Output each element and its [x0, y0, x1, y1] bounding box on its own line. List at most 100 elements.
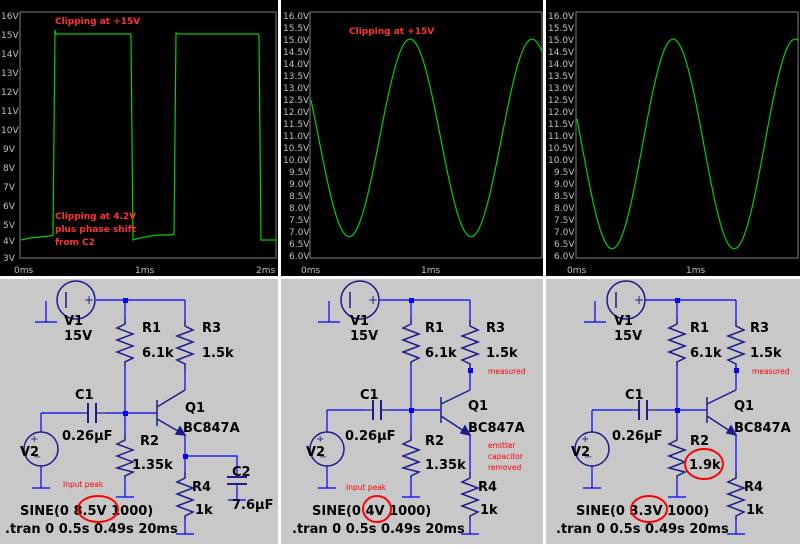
plot-1-note-c2: from C2	[55, 238, 95, 248]
r4-name: R4	[192, 480, 211, 495]
plot-2-xtick: 0ms	[301, 266, 320, 276]
r1-value: 6.1k	[142, 346, 174, 361]
plot-1-xtick: 0ms	[14, 266, 33, 276]
plus-sign: +	[84, 293, 94, 307]
emitter-note-line: removed	[488, 463, 521, 472]
plot-1-ytick: 10V	[1, 126, 19, 136]
plot-2-ytick: 9.0V	[289, 180, 310, 190]
plot-1-ytick: 13V	[1, 69, 19, 79]
plot-3-background	[546, 0, 800, 276]
plot-1-ytick: 9V	[3, 145, 16, 155]
q1-name: Q1	[185, 401, 205, 416]
plot-3-ytick: 9.0V	[554, 180, 575, 190]
c2-name: C2	[232, 465, 251, 480]
v1-value: 15V	[350, 329, 378, 344]
r2-value: 1.9k	[689, 458, 721, 473]
plot-1-ytick: 12V	[1, 88, 19, 98]
plot-3-ytick: 12.0V	[548, 108, 575, 118]
plus-sign: +	[316, 434, 324, 445]
plot-3-ytick: 16.0V	[548, 12, 575, 22]
plot-2-note-clip-high: Clipping at +15V	[349, 27, 434, 37]
r1-name: R1	[425, 321, 444, 336]
plot-3-ytick: 15.5V	[548, 24, 575, 34]
plot-3-xtick: 0ms	[567, 266, 586, 276]
schematic-3-node	[675, 408, 680, 413]
r4-value: 1k	[480, 503, 498, 518]
r1-value: 6.1k	[425, 346, 457, 361]
plot-2-ytick: 14.0V	[283, 60, 310, 70]
plot-3-ytick: 14.0V	[548, 60, 575, 70]
plot-2-background	[281, 0, 543, 276]
q1-value: BC847A	[734, 421, 791, 436]
sine-amplitude: 4V	[365, 504, 384, 519]
r4-value: 1k	[195, 503, 213, 518]
plot-3-ytick: 10.0V	[548, 156, 575, 166]
plot-3-ytick: 6.5V	[554, 240, 575, 250]
r3-value: 1.5k	[486, 346, 518, 361]
c1-name: C1	[625, 388, 644, 403]
plot-1-note-phase: plus phase shift	[55, 225, 137, 235]
plot-1-ytick: 15V	[1, 31, 19, 41]
plot-2-ytick: 10.0V	[283, 156, 310, 166]
plot-1-xtick: 1ms	[135, 266, 154, 276]
plot-2-ytick: 7.5V	[289, 216, 310, 226]
r3-name: R3	[750, 321, 769, 336]
plot-2-ytick: 14.5V	[283, 48, 310, 58]
v1-value: 15V	[614, 329, 642, 344]
r4-name: R4	[478, 480, 497, 495]
sine-command: SINE(0 3.3V 1000)	[576, 504, 709, 519]
r2-value: 1.35k	[132, 458, 173, 473]
emitter-note-line: capacitor	[488, 452, 524, 461]
plot-2-ytick: 13.5V	[283, 72, 310, 82]
plot-3-ytick: 7.0V	[554, 228, 575, 238]
plot-1-ytick: 11V	[1, 107, 19, 117]
r3-name: R3	[202, 321, 221, 336]
plot-3-ytick: 13.5V	[548, 72, 575, 82]
r3-name: R3	[486, 321, 505, 336]
plot-3-ytick: 7.5V	[554, 216, 575, 226]
tran-command: .tran 0 0.5s 0.49s 20ms	[292, 522, 465, 537]
input-peak-note: Input peak	[63, 480, 104, 489]
r4-name: R4	[744, 480, 763, 495]
q1-name: Q1	[734, 399, 754, 414]
r2-name: R2	[690, 434, 709, 449]
plot-1-ytick: 8V	[3, 164, 16, 174]
plot-1-xtick: 2ms	[256, 266, 275, 276]
plot-2-ytick: 10.5V	[283, 144, 310, 154]
plot-3-ytick: 15.0V	[548, 36, 575, 46]
schematic-2-node	[409, 298, 414, 303]
plot-3-ytick: 13.0V	[548, 84, 575, 94]
sine-command: SINE(0 4V 1000)	[312, 504, 431, 519]
r2-name: R2	[140, 434, 159, 449]
c1-value: 0.26µF	[345, 429, 396, 444]
plot-2-ytick: 6.0V	[289, 252, 310, 262]
v2-name: V2	[20, 445, 39, 460]
r4-value: 1k	[746, 503, 764, 518]
plot-1-ytick: 16V	[1, 12, 19, 22]
plus-sign: +	[581, 434, 589, 445]
r1-name: R1	[690, 321, 709, 336]
c1-value: 0.26µF	[62, 429, 113, 444]
v1-name: V1	[614, 314, 633, 329]
plot-3-ytick: 8.5V	[554, 192, 575, 202]
r3-value: 1.5k	[202, 346, 234, 361]
c2-value: 7.6µF	[232, 498, 273, 513]
plot-2-ytick: 11.5V	[283, 120, 310, 130]
plot-1-ytick: 5V	[3, 221, 16, 231]
r2-name: R2	[425, 434, 444, 449]
plot-3-ytick: 10.5V	[548, 144, 575, 154]
r1-value: 6.1k	[690, 346, 722, 361]
plot-2-ytick: 15.5V	[283, 24, 310, 34]
plot-1-background	[0, 0, 278, 276]
plot-2-xtick: 1ms	[421, 266, 440, 276]
plot-3-ytick: 14.5V	[548, 48, 575, 58]
schematic-1-node	[183, 454, 188, 459]
schematic-2-node	[409, 408, 414, 413]
v2-name: V2	[306, 445, 325, 460]
schematic-1-node	[123, 298, 128, 303]
plot-2-ytick: 9.5V	[289, 168, 310, 178]
c1-name: C1	[75, 388, 94, 403]
plot-3-ytick: 8.0V	[554, 204, 575, 214]
schematic-1-node	[123, 411, 128, 416]
v1-name: V1	[64, 314, 83, 329]
